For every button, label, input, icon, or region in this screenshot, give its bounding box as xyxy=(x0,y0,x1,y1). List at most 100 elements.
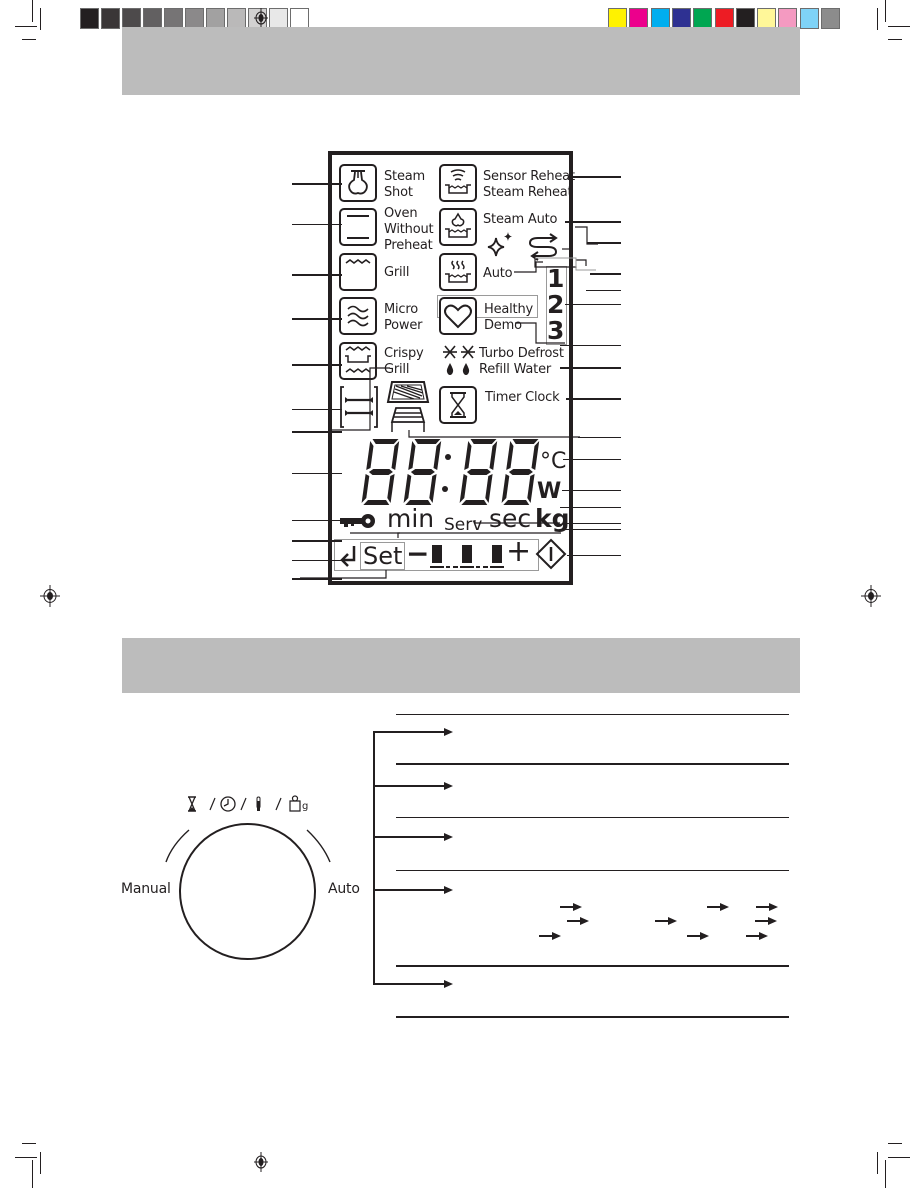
inline-arrow-line xyxy=(687,935,701,937)
time-digit xyxy=(361,439,400,505)
mode-dial[interactable] xyxy=(179,823,316,960)
lcd-segment xyxy=(485,474,493,503)
healthy-heart-icon xyxy=(439,297,477,335)
callout-leader-left xyxy=(292,183,342,185)
lcd-segment xyxy=(408,441,416,470)
weight-unit-g: g xyxy=(302,801,309,812)
callout-leader-right xyxy=(565,304,621,306)
callout-leader-left xyxy=(292,224,342,226)
table-rule-5 xyxy=(396,965,789,967)
callout-leader-right xyxy=(560,367,621,369)
gray-swatch xyxy=(122,8,141,29)
level-segment-3 xyxy=(492,545,502,563)
lcd-segment xyxy=(459,474,468,503)
inline-arrow-line xyxy=(567,920,581,922)
inline-arrow-line xyxy=(655,920,669,922)
arrow-right-icon xyxy=(769,903,778,911)
callout-leader-right xyxy=(565,221,621,223)
unit-serv: Serv xyxy=(444,515,483,535)
callout-leader-right xyxy=(587,242,621,244)
lcd-segment xyxy=(489,441,498,470)
inline-arrow-line xyxy=(560,906,574,908)
steam-auto-label: Steam Auto xyxy=(483,212,558,227)
table-rule-4 xyxy=(396,870,789,871)
arrow-right-icon xyxy=(444,727,453,736)
callout-leader-right xyxy=(560,529,621,531)
inline-arrow-line xyxy=(707,906,721,908)
sensor-reheat-label: Sensor Reheat Steam Reheat xyxy=(483,169,575,200)
auto-mode-label: Auto xyxy=(328,881,360,897)
branch-arrow-line xyxy=(373,836,445,838)
table-rule-2 xyxy=(396,763,789,765)
callout-leader-right xyxy=(563,459,621,461)
branch-arrow-line xyxy=(373,731,445,733)
callout-leader-right xyxy=(590,273,621,275)
auto-icon xyxy=(439,253,477,291)
arrow-right-icon xyxy=(444,979,453,988)
gray-swatch xyxy=(227,8,246,29)
inline-arrow-line xyxy=(755,920,769,922)
time-digit xyxy=(403,439,442,505)
callout-leader-right xyxy=(568,176,621,178)
timer-clock-icon xyxy=(439,386,477,424)
demo-label: Demo xyxy=(484,318,522,333)
level-segment-2 xyxy=(462,545,472,563)
callout-leader-left xyxy=(292,364,342,366)
arrow-right-icon xyxy=(759,932,768,940)
callout-leader-left xyxy=(292,473,342,475)
lcd-segment xyxy=(387,474,395,503)
set-label: Set xyxy=(360,542,406,570)
lcd-segment xyxy=(527,474,535,503)
color-swatch xyxy=(629,8,649,29)
table-rule-1 xyxy=(396,714,789,715)
callout-leader-left xyxy=(292,560,342,562)
table-rule-6 xyxy=(396,1016,789,1018)
arrow-right-icon xyxy=(444,885,453,894)
steam-shot-label: Steam Shot xyxy=(384,169,425,200)
oven-without-preheat-icon xyxy=(339,208,377,246)
steam-shot-icon xyxy=(339,164,377,202)
step-number-1: 1 xyxy=(547,264,565,293)
plus-sign: + xyxy=(506,534,532,569)
lcd-segment xyxy=(466,469,491,475)
gray-swatch xyxy=(290,8,309,29)
lcd-segment xyxy=(512,439,539,444)
gray-swatch xyxy=(206,8,225,29)
section-header-band-bottom xyxy=(122,638,800,693)
lcd-segment xyxy=(429,474,437,503)
lcd-segment xyxy=(361,474,370,503)
unit-celsius: °C xyxy=(540,449,567,474)
section-header-band-top xyxy=(122,27,800,95)
lcd-segment xyxy=(531,441,540,470)
arrow-right-icon xyxy=(768,917,777,925)
callout-leader-right xyxy=(562,490,621,492)
inline-arrow-line xyxy=(746,935,760,937)
lcd-segment xyxy=(461,500,488,505)
color-swatch xyxy=(778,8,798,29)
arrow-right-icon xyxy=(700,932,709,940)
callout-leader-right xyxy=(567,555,621,557)
arrow-right-icon xyxy=(573,903,582,911)
callout-leader-right xyxy=(578,437,621,439)
level-segment-1 xyxy=(432,545,442,563)
micro-power-label: Micro Power xyxy=(384,302,423,333)
callout-leader-right xyxy=(560,345,621,347)
arrow-right-icon xyxy=(668,917,677,925)
lcd-segment xyxy=(464,441,472,470)
weight-icon xyxy=(289,795,301,812)
gray-swatch xyxy=(164,8,183,29)
lcd-segment xyxy=(506,441,514,470)
lcd-segment xyxy=(366,441,374,470)
color-swatch xyxy=(799,8,819,29)
unit-min: min xyxy=(387,504,435,533)
time-colon xyxy=(442,454,451,492)
lcd-segment xyxy=(501,474,510,503)
lcd-segment xyxy=(372,439,399,444)
callout-leader-left xyxy=(292,274,342,276)
lcd-segment xyxy=(470,439,497,444)
auto-label: Auto xyxy=(483,266,513,281)
lcd-segment xyxy=(433,441,442,470)
timer-icon xyxy=(188,796,196,812)
callout-leader-left xyxy=(292,409,342,411)
lcd-segment xyxy=(410,469,435,475)
